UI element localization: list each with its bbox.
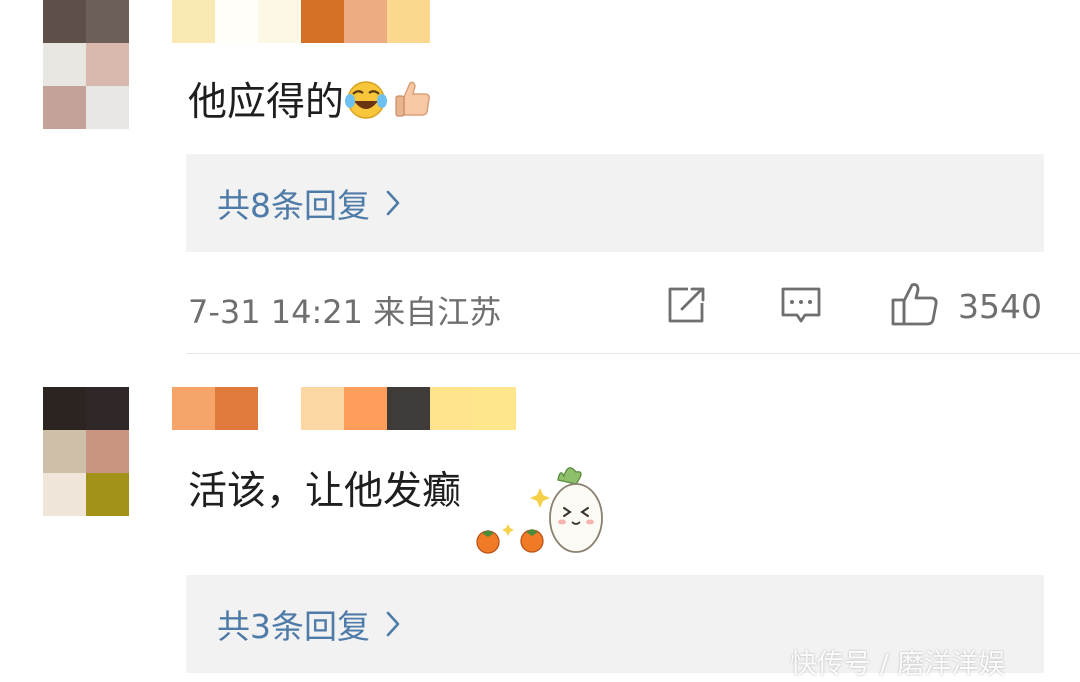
view-replies-label: 共8条回复 [217, 186, 370, 225]
avatar-mosaic-cell [43, 387, 86, 430]
username-mosaic-cell [387, 387, 430, 430]
avatar[interactable] [43, 387, 172, 516]
username-mosaic-cell [430, 387, 473, 430]
avatar-mosaic-cell [129, 86, 172, 129]
watermark: 快传号 / 磨洋洋娱 [790, 649, 1006, 680]
avatar-mosaic-cell [86, 387, 129, 430]
chevron-right-icon [386, 190, 400, 216]
comment-text: 他应得的 [188, 77, 434, 132]
avatar-mosaic-cell [43, 0, 86, 43]
comment-meta-row: 7-31 14:21 来自江苏 3540 [188, 281, 1044, 331]
avatar-mosaic-cell [129, 473, 172, 516]
divider [186, 353, 1080, 354]
avatar-mosaic-cell [129, 387, 172, 430]
avatar-mosaic-cell [86, 86, 129, 129]
comment-text-content: 他应得的 [188, 80, 345, 125]
username-mosaic-cell [387, 0, 430, 43]
username-mosaic-cell [215, 387, 258, 430]
view-replies-link[interactable]: 共3条回复 [217, 600, 400, 648]
avatar-mosaic-cell [129, 0, 172, 43]
username-mosaic-cell [301, 387, 344, 430]
comment-icon[interactable] [779, 285, 823, 325]
avatar-mosaic-cell [86, 473, 129, 516]
avatar-mosaic-cell [86, 43, 129, 86]
username[interactable] [172, 387, 516, 430]
share-icon[interactable] [666, 285, 708, 325]
view-replies-label: 共3条回复 [217, 607, 370, 646]
like-icon[interactable] [890, 281, 940, 327]
avatar-mosaic-cell [86, 0, 129, 43]
username-mosaic-cell [172, 0, 215, 43]
username-mosaic-cell [215, 0, 258, 43]
thumbs-up-emoji [390, 77, 434, 132]
radish-persimmon-sticker [476, 467, 603, 554]
reply-summary-box: 共8条回复 [186, 154, 1044, 252]
laughing-crying-emoji [344, 77, 388, 132]
username-mosaic-cell [473, 387, 516, 430]
comment-text-content: 活该，让他发癫 [188, 469, 462, 514]
username-mosaic-cell [172, 387, 215, 430]
comment-text: 活该，让他发癫 [188, 469, 461, 515]
avatar-mosaic-cell [129, 430, 172, 473]
like-count: 3540 [958, 287, 1042, 326]
username-mosaic-cell [344, 0, 387, 43]
avatar-mosaic-cell [43, 43, 86, 86]
username-mosaic-cell [344, 387, 387, 430]
view-replies-link[interactable]: 共8条回复 [217, 179, 400, 227]
avatar-mosaic-cell [43, 430, 86, 473]
avatar[interactable] [43, 0, 172, 129]
chevron-right-icon [386, 611, 400, 637]
username-mosaic-cell [258, 387, 301, 430]
comment-time-location: 7-31 14:21 来自江苏 [188, 293, 502, 331]
username-mosaic-cell [301, 0, 344, 43]
username[interactable] [172, 0, 430, 43]
avatar-mosaic-cell [86, 430, 129, 473]
avatar-mosaic-cell [129, 43, 172, 86]
avatar-mosaic-cell [43, 86, 86, 129]
avatar-mosaic-cell [43, 473, 86, 516]
username-mosaic-cell [258, 0, 301, 43]
